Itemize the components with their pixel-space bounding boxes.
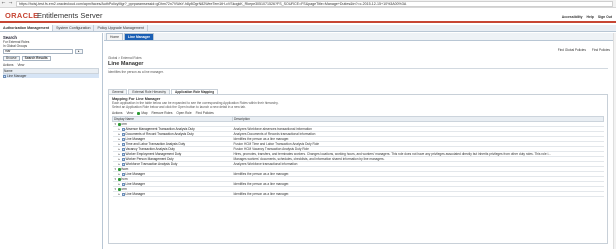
table-row[interactable]: ▸ Line Manager Identifies the person as a … — [112, 191, 604, 197]
role-icon — [121, 182, 125, 186]
map-label: Map — [141, 111, 148, 115]
oracle-logo: ORACLE — [5, 11, 39, 20]
document-tab-strip: Home Line Manager — [104, 33, 616, 41]
browser-address-bar: ← → https://hcisj-test.fs.em2.oracleclou… — [0, 0, 616, 8]
application-icon — [117, 187, 121, 191]
open-role-button[interactable]: Open Role — [176, 111, 191, 115]
row-name: Absence Management Transaction Analysis … — [125, 127, 195, 131]
right-links: Find Global Policies Find Policies — [558, 48, 610, 52]
role-icon — [121, 137, 125, 141]
role-icon — [121, 157, 125, 161]
result-item-line-manager[interactable]: Line Manager — [3, 74, 99, 78]
breadcrumb[interactable]: Global > External Roles — [108, 56, 608, 60]
find-policies-button[interactable]: Find Policies — [196, 111, 214, 115]
result-item-label: Line Manager — [7, 74, 27, 78]
row-name: Vacancy Transaction Analysis Duty — [125, 147, 175, 151]
role-icon — [121, 127, 125, 131]
tab-home[interactable]: Home — [106, 33, 124, 40]
page-title: Line Manager — [108, 61, 144, 67]
application-icon — [117, 167, 121, 171]
cell-display-name: ▸ Line Manager — [112, 191, 233, 197]
help-link[interactable]: Help — [587, 15, 594, 19]
find-policies-link[interactable]: Find Policies — [592, 48, 610, 52]
actions-menu[interactable]: Actions — [3, 63, 13, 67]
row-name: Line Manager — [125, 137, 146, 141]
row-name: Documents of Record Transaction Analysis… — [125, 132, 194, 136]
tab-line-manager[interactable]: Line Manager — [124, 33, 154, 40]
accessibility-link[interactable]: Accessibility — [562, 15, 583, 19]
search-go-button[interactable]: ▸ — [75, 49, 83, 54]
role-icon — [121, 147, 125, 151]
row-name: Workforce Transaction Analysis Duty — [125, 162, 178, 166]
row-name: Line Manager — [125, 192, 146, 196]
main-area: Home Line Manager Global > External Role… — [104, 33, 616, 249]
row-name: hcm — [121, 177, 128, 181]
role-icon — [121, 162, 125, 166]
tab-authorization-management[interactable]: Authorization Management — [0, 25, 54, 31]
row-name: fscm — [121, 167, 129, 171]
tab-policy-upgrade-management[interactable]: Policy Upgrade Management — [94, 25, 148, 31]
cell-description: Identifies the person as a line manager. — [232, 191, 604, 197]
mapping-panel: Mapping For Line Manager Each applicatio… — [108, 94, 608, 244]
find-global-policies-link[interactable]: Find Global Policies — [558, 48, 586, 52]
row-name: Line Manager — [125, 172, 146, 176]
mapping-desc-2: Select an Application Role below and cli… — [112, 105, 246, 109]
remove-roles-button[interactable]: Remove Roles — [152, 111, 173, 115]
role-icon — [3, 74, 6, 78]
application-icon — [117, 122, 121, 126]
title-divider — [108, 68, 608, 69]
application-icon — [117, 177, 121, 181]
left-search-pane: Search For External Roles In Global Grou… — [0, 33, 103, 249]
role-icon — [121, 152, 125, 156]
plus-icon — [137, 111, 141, 115]
cell-description: Hires, promotes, transfers, and terminat… — [232, 151, 604, 157]
header-links: Accessibility Help Sign Out — [562, 15, 612, 19]
table-body: ▾ crm ▸ Absence Management Transaction Anal… — [112, 121, 604, 197]
page-description: Identifies the person as a line manager. — [108, 70, 164, 74]
tab-system-configuration[interactable]: System Configuration — [53, 25, 95, 31]
forward-icon[interactable]: → — [7, 1, 14, 6]
role-mapping-table: Display Name Description ▾ crm ▸ Absence Ma… — [112, 116, 604, 197]
top-tab-bar: Authorization Management System Configur… — [0, 25, 616, 32]
map-button[interactable]: Map — [137, 111, 148, 115]
search-input[interactable]: mar — [3, 49, 73, 54]
row-name: crm — [121, 187, 127, 191]
row-name: Line Manager — [125, 182, 146, 186]
app-title: Entitlements Server — [37, 11, 103, 20]
row-name: Worker Employment Management Duty — [125, 152, 182, 156]
back-icon[interactable]: ← — [0, 1, 7, 6]
row-name: Worker Person Management Duty — [125, 157, 174, 161]
in-label: In — [3, 44, 6, 48]
row-name: Time and Labor Transaction Analysis Duty — [125, 142, 186, 146]
view-menu[interactable]: View — [17, 63, 24, 67]
table-view-menu[interactable]: View — [126, 111, 133, 115]
role-icon — [121, 132, 125, 136]
row-name: crm — [121, 122, 127, 126]
in-value[interactable]: Global Groups — [7, 44, 28, 48]
search-results-tab[interactable]: Search Results — [21, 56, 51, 61]
browse-tab[interactable]: Browse — [3, 56, 20, 61]
role-icon — [121, 192, 125, 196]
table-actions-menu[interactable]: Actions — [112, 111, 122, 115]
role-icon — [121, 172, 125, 176]
content: Global > External Roles Line Manager Ide… — [108, 56, 608, 74]
sign-out-link[interactable]: Sign Out — [598, 15, 612, 19]
url-field[interactable]: https://hcisj-test.fs.em2.oraclecloud.co… — [16, 0, 613, 7]
role-icon — [121, 142, 125, 146]
